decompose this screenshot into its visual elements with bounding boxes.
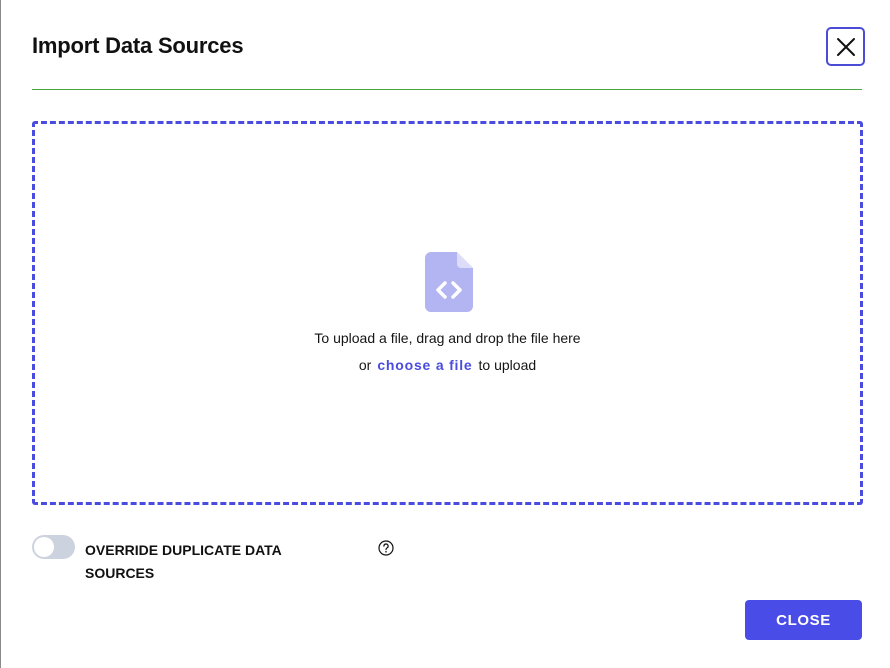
upload-instruction-line2: or choose a file to upload	[35, 357, 860, 373]
override-duplicates-toggle[interactable]	[32, 535, 75, 559]
upload-suffix: to upload	[478, 357, 537, 373]
close-dialog-button[interactable]	[826, 27, 865, 66]
choose-file-link[interactable]: choose a file	[377, 357, 472, 373]
close-button[interactable]: CLOSE	[745, 600, 862, 640]
question-circle-icon[interactable]	[378, 540, 394, 556]
dialog-title: Import Data Sources	[32, 33, 244, 58]
upload-prefix: or	[358, 357, 372, 373]
override-duplicates-label: OVERRIDE DUPLICATE DATA SOURCES	[85, 542, 282, 581]
header-divider	[32, 89, 862, 90]
import-dialog: Import Data Sources To upload a file, dr…	[0, 0, 890, 668]
close-icon	[836, 37, 855, 56]
upload-instruction: To upload a file, drag and drop the file…	[314, 330, 581, 346]
file-code-icon	[425, 252, 473, 312]
toggle-knob	[34, 537, 54, 557]
file-dropzone[interactable]: To upload a file, drag and drop the file…	[32, 121, 863, 505]
